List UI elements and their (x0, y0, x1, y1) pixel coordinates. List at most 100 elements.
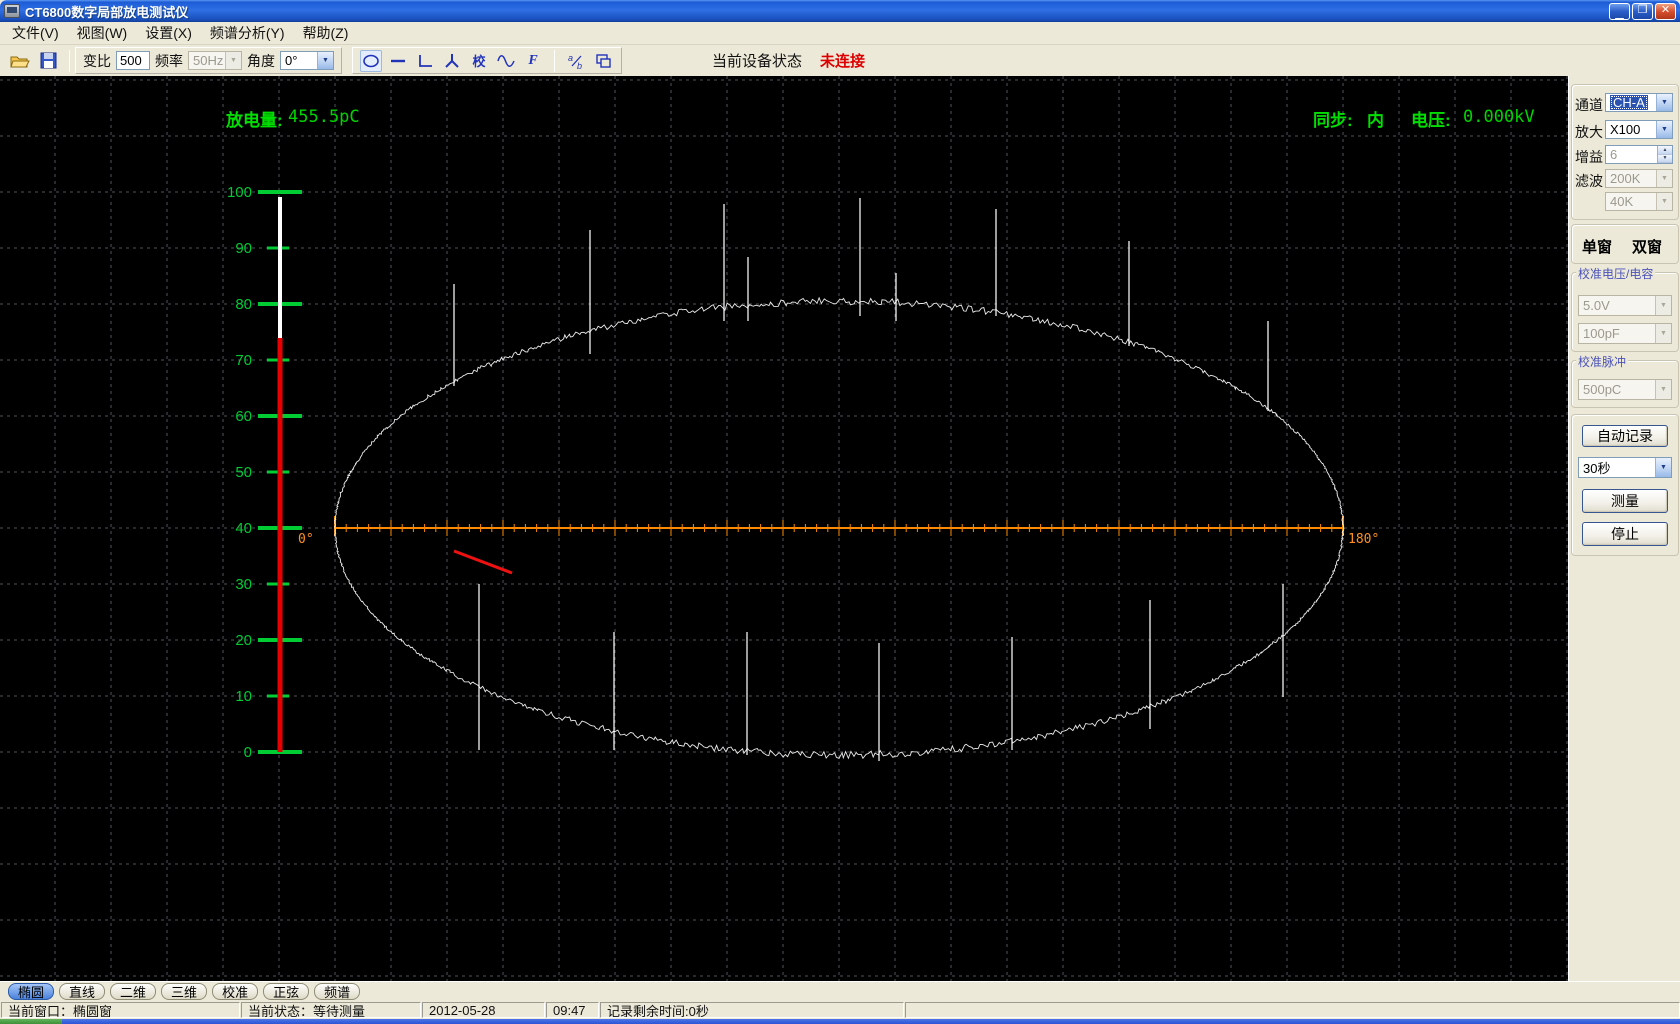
menu-file[interactable]: 文件(V) (6, 21, 71, 46)
three-d-view-button[interactable] (441, 50, 463, 72)
ab-ratio-button[interactable]: a b (565, 50, 587, 72)
control-panel: 通道 CH-A ▼ 放大 X100 ▼ 增益 6 ▲ ▼ 滤波 200K ▼ 40K ▼ … (1568, 76, 1680, 981)
3d-axes-icon (445, 53, 459, 68)
chevron-down-icon: ▼ (1655, 296, 1671, 315)
meter-scale-label: 10 (235, 688, 252, 705)
single-window-button[interactable]: 单窗 (1582, 236, 1612, 257)
close-button[interactable]: ✕ (1655, 2, 1676, 20)
angle-select[interactable]: 0° ▼ (280, 51, 334, 70)
menu-help[interactable]: 帮助(Z) (297, 21, 361, 46)
chevron-down-icon: ▼ (1656, 170, 1672, 187)
amplify-label: 放大 (1575, 124, 1603, 140)
window-title: CT6800数字局部放电测试仪 (25, 4, 189, 20)
meter-bar-red (277, 338, 283, 752)
amplify-select[interactable]: X100 ▼ (1605, 120, 1673, 139)
channel-label: 通道 (1575, 97, 1603, 113)
corner-axes-icon (419, 54, 432, 67)
overlapping-windows-icon (596, 53, 611, 68)
filter-label: 滤波 (1575, 173, 1603, 189)
toolbar: 变比 频率 50Hz▼ 角度 0°▼ (0, 45, 1680, 76)
menu-bar: 文件(V) 视图(W) 设置(X) 频谱分析(Y) 帮助(Z) (0, 22, 1680, 45)
status-date: 2012-05-28 (422, 1002, 545, 1018)
ratio-input[interactable] (116, 51, 150, 70)
line-view-button[interactable] (387, 50, 409, 72)
measure-settings-group: 变比 频率 50Hz▼ 角度 0°▼ (75, 47, 342, 74)
minimize-button[interactable]: ▁ (1609, 2, 1630, 20)
tab-3d[interactable]: 三维 (161, 983, 208, 1000)
status-current-window: 当前窗口：椭圆窗 (1, 1002, 240, 1018)
sync-label: 同步: (1313, 111, 1353, 130)
cal-pulse-select: 500pC ▼ (1578, 379, 1672, 400)
tab-spectrum[interactable]: 频谱 (314, 983, 361, 1000)
meter-scale-label: 0 (244, 744, 252, 761)
tab-calibrate[interactable]: 校准 (212, 983, 259, 1000)
meter-scale-label: 70 (235, 352, 252, 369)
sine-view-button[interactable] (495, 50, 517, 72)
meter-scale-label: 100 (227, 184, 252, 201)
filter-low-select: 40K ▼ (1605, 192, 1673, 211)
sine-wave-icon (497, 54, 515, 67)
toolbar-separator (554, 49, 555, 72)
voltage-label: 电压: (1411, 111, 1451, 130)
maximize-button[interactable]: ❐ (1632, 2, 1653, 20)
tab-line[interactable]: 直线 (59, 983, 106, 1000)
view-icons-group: 校 F a b (352, 47, 622, 74)
gain-spinner[interactable]: 6 ▲ ▼ (1605, 145, 1673, 164)
spin-down-icon[interactable]: ▼ (1658, 154, 1672, 163)
tab-ellipse[interactable]: 椭圆 (8, 983, 55, 1000)
frequency-label: 频率 (155, 52, 183, 69)
double-window-button[interactable]: 双窗 (1632, 236, 1662, 257)
chevron-down-icon: ▼ (1655, 458, 1671, 477)
gain-label: 增益 (1575, 149, 1603, 165)
floppy-disk-icon (40, 52, 56, 69)
svg-text:b: b (577, 61, 582, 70)
spectrum-f-button[interactable]: F (522, 50, 544, 72)
chevron-down-icon: ▼ (1656, 94, 1672, 111)
tab-sine[interactable]: 正弦 (263, 983, 310, 1000)
chevron-down-icon: ▼ (225, 52, 241, 69)
chevron-down-icon: ▼ (1655, 324, 1671, 343)
open-button[interactable] (8, 49, 32, 73)
phase-180-label: 180° (1348, 532, 1380, 547)
calibration-group-label: 校准电压/电容 (1576, 265, 1656, 282)
menu-spectrum-analysis[interactable]: 频谱分析(Y) (204, 21, 297, 46)
record-interval-select[interactable]: 30秒 ▼ (1578, 457, 1672, 478)
app-window: CT6800数字局部放电测试仪 ▁ ❐ ✕ 文件(V) 视图(W) 设置(X) … (0, 0, 1680, 1024)
calibrate-icon: 校 (472, 54, 486, 69)
channel-select[interactable]: CH-A ▼ (1605, 93, 1673, 112)
frequency-icon: F (528, 52, 538, 68)
auto-record-button[interactable]: 自动记录 (1582, 425, 1668, 447)
taskbar-edge (0, 1019, 1680, 1024)
cal-capacitance-select: 100pF ▼ (1578, 323, 1672, 344)
stop-button[interactable]: 停止 (1582, 522, 1668, 546)
status-record-remaining: 记录剩余时间:0秒 (600, 1002, 904, 1018)
app-icon (4, 4, 20, 18)
meter-scale-label: 40 (235, 520, 252, 537)
meter-scale-label: 80 (235, 296, 252, 313)
spin-up-icon[interactable]: ▲ (1658, 146, 1672, 155)
discharge-label: 放电量: (226, 111, 283, 130)
meter-scale-label: 60 (235, 408, 252, 425)
ellipse-view-button[interactable] (360, 49, 382, 72)
tab-2d[interactable]: 二维 (110, 983, 157, 1000)
status-bar: 当前窗口：椭圆窗 当前状态：等待测量 2012-05-28 09:47 记录剩余… (0, 1001, 1680, 1019)
chevron-down-icon: ▼ (1656, 193, 1672, 210)
view-tabs: 椭圆 直线 二维 三维 校准 正弦 频谱 (0, 981, 1680, 1001)
save-button[interactable] (36, 49, 60, 73)
status-current-state: 当前状态：等待测量 (241, 1002, 421, 1018)
meter-bar-white (278, 197, 282, 338)
scope-display: 100 90 80 70 60 50 40 30 20 10 0 放电量: 455.5pC 同步: … (0, 76, 1568, 981)
main-area: 100 90 80 70 60 50 40 30 20 10 0 放电量: 455.5pC 同步: … (0, 76, 1680, 981)
windows-layout-button[interactable] (592, 50, 614, 72)
meter-scale-label: 90 (235, 240, 252, 257)
pulse-group-label: 校准脉冲 (1576, 353, 1629, 370)
menu-view[interactable]: 视图(W) (71, 21, 140, 46)
phase-0-label: 0° (298, 532, 314, 547)
filter-high-select: 200K ▼ (1605, 169, 1673, 188)
measure-button[interactable]: 测量 (1582, 489, 1668, 513)
sync-value: 内 (1367, 111, 1384, 130)
menu-settings[interactable]: 设置(X) (139, 21, 204, 46)
axes-view-button[interactable] (414, 50, 436, 72)
device-status-value: 未连接 (820, 53, 866, 70)
calibrate-button[interactable]: 校 (468, 50, 490, 72)
